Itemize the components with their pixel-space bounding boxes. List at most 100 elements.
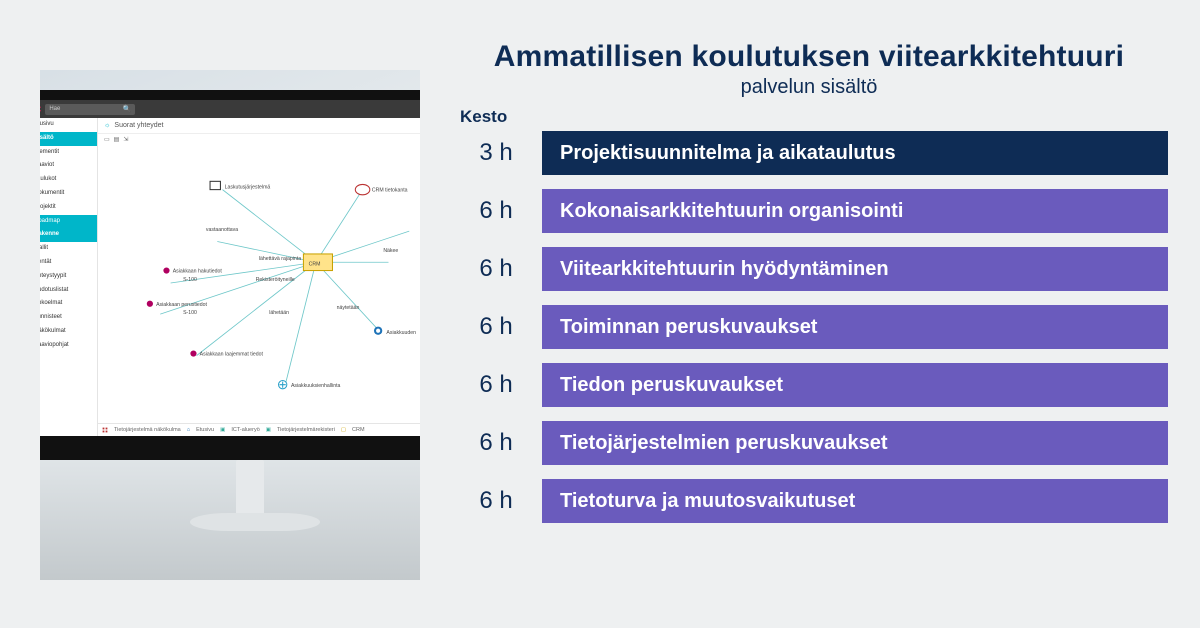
svg-text:Näkee: Näkee <box>383 248 398 254</box>
monitor-stand <box>190 460 310 540</box>
search-icon: 🔍 <box>123 105 132 113</box>
sidebar-item[interactable]: Roadmap <box>40 215 97 229</box>
svg-text:CRM tietokanta: CRM tietokanta <box>372 188 408 194</box>
module-row: 6 hTietoturva ja muutosvaikutuset <box>450 479 1168 523</box>
search-input[interactable]: Hae 🔍 <box>45 104 135 115</box>
module-bar: Viitearkkitehtuurin hyödyntäminen <box>542 247 1168 291</box>
sidebar-item-label: Rakenne <box>40 231 59 239</box>
svg-text:Asiakkuuden: Asiakkuuden <box>386 330 416 336</box>
duration-column-label: Kesto <box>460 107 1168 127</box>
app-sidebar: Etusivu Sisältö Elementit Kaaviot Taulukot Do… <box>40 118 98 436</box>
svg-text:Asiakkaan hakutiedot: Asiakkaan hakutiedot <box>173 269 223 275</box>
tool-icon[interactable]: ▭ <box>104 136 110 143</box>
sidebar-item[interactable]: Näkökulmat <box>40 325 97 339</box>
breadcrumb-item[interactable]: ICT-alueryö <box>231 427 259 433</box>
sidebar-item-label: Pudotuslistat <box>40 287 68 295</box>
svg-text:Laskutusjärjestelmä: Laskutusjärjestelmä <box>225 185 271 191</box>
folder-icon: ▣ <box>220 427 225 433</box>
module-row: 6 hKokonaisarkkitehtuurin organisointi <box>450 189 1168 233</box>
sidebar-item[interactable]: Kaaviopohjat <box>40 339 97 353</box>
sidebar-item[interactable]: Mallit <box>40 242 97 256</box>
svg-text:Rekisteröityneille: Rekisteröityneille <box>256 277 295 283</box>
main-heading: Suorat yhteydet <box>114 122 163 129</box>
svg-text:vastaanottava: vastaanottava <box>206 227 238 233</box>
diagram-canvas[interactable]: CRM Laskutusjärjestelmä CRM tietokanta v… <box>98 144 420 422</box>
module-row: 3 hProjektisuunnitelma ja aikataulutus <box>450 131 1168 175</box>
sidebar-item-label: Elementit <box>40 149 59 157</box>
svg-text:näytetään: näytetään <box>337 305 360 311</box>
svg-text:lähettävä rajapinta: lähettävä rajapinta <box>259 256 301 262</box>
search-placeholder: Hae <box>49 106 60 112</box>
sidebar-item[interactable]: Yhteystyypit <box>40 270 97 284</box>
tool-icon[interactable]: ▤ <box>114 136 120 143</box>
sidebar-item[interactable]: Etusivu <box>40 118 97 132</box>
svg-text:S-100: S-100 <box>183 310 197 316</box>
svg-text:Asiakkuuksienhallinta: Asiakkuuksienhallinta <box>291 383 341 389</box>
module-duration: 6 h <box>450 487 542 515</box>
module-bar: Tietoturva ja muutosvaikutuset <box>542 479 1168 523</box>
app-body: Etusivu Sisältö Elementit Kaaviot Taulukot Do… <box>40 118 420 436</box>
module-bar: Kokonaisarkkitehtuurin organisointi <box>542 189 1168 233</box>
app-topbar: ARC Hae 🔍 <box>40 100 420 118</box>
sidebar-item-label: Roadmap <box>40 218 60 226</box>
module-duration: 6 h <box>450 429 542 457</box>
app-main: ☼ Suorat yhteydet ▭ ▤ ⇲ <box>98 118 420 436</box>
svg-text:S-100: S-100 <box>183 277 197 283</box>
sidebar-item-label: Dokumentit <box>40 190 64 198</box>
module-bar: Projektisuunnitelma ja aikataulutus <box>542 131 1168 175</box>
sidebar-section-header: Sisältö <box>40 132 97 146</box>
module-duration: 6 h <box>450 313 542 341</box>
home-icon: ⌂ <box>187 427 190 433</box>
module-duration: 3 h <box>450 139 542 167</box>
module-duration: 6 h <box>450 371 542 399</box>
breadcrumb-item[interactable]: Tietojärjestelmä näkökulma <box>114 427 181 433</box>
sidebar-item[interactable]: Dokumentit <box>40 187 97 201</box>
module-row: 6 hTiedon peruskuvaukset <box>450 363 1168 407</box>
sidebar-item[interactable]: Projektit <box>40 201 97 215</box>
sidebar-item-label: Kokoelmat <box>40 300 62 308</box>
sidebar-item[interactable]: Kaaviot <box>40 159 97 173</box>
module-bar: Tietojärjestelmien peruskuvaukset <box>542 421 1168 465</box>
sidebar-item-label: Mallit <box>40 245 48 253</box>
sidebar-item-label: Sisältö <box>40 135 54 143</box>
breadcrumb-item[interactable]: Etusivu <box>196 427 214 433</box>
tool-icon[interactable]: ⇲ <box>123 136 128 143</box>
sidebar-item[interactable]: Taulukot <box>40 173 97 187</box>
sun-icon: ☼ <box>104 122 110 129</box>
sidebar-item[interactable]: Tunnisteet <box>40 311 97 325</box>
folder-icon: ▣ <box>266 427 271 433</box>
sidebar-item[interactable]: Elementit <box>40 146 97 160</box>
module-bar: Toiminnan peruskuvaukset <box>542 305 1168 349</box>
app-window: ARC Hae 🔍 Etusivu Sisältö Elementit Kaaviot… <box>40 100 420 436</box>
sidebar-item[interactable]: Kokoelmat <box>40 297 97 311</box>
page-title: Ammatillisen koulutuksen viitearkkitehtu… <box>450 40 1168 74</box>
sidebar-item-label: Näkökulmat <box>40 328 66 336</box>
svg-text:Asiakkaan laajemmat tiedot: Asiakkaan laajemmat tiedot <box>200 352 264 358</box>
sidebar-item-label: Kaaviot <box>40 162 54 170</box>
breadcrumb-item[interactable]: CRM <box>352 427 365 433</box>
svg-text:lähetään: lähetään <box>269 310 289 316</box>
monitor-bezel: ARC Hae 🔍 Etusivu Sisältö Elementit Kaaviot… <box>40 90 420 460</box>
module-row: 6 hViitearkkitehtuurin hyödyntäminen <box>450 247 1168 291</box>
module-row: 6 hToiminnan peruskuvaukset <box>450 305 1168 349</box>
sidebar-section-header: Rakenne <box>40 228 97 242</box>
module-duration: 6 h <box>450 197 542 225</box>
monitor-photo: ARC Hae 🔍 Etusivu Sisältö Elementit Kaaviot… <box>40 70 420 580</box>
sidebar-item-label: Taulukot <box>40 176 56 184</box>
sidebar-item[interactable]: Pudotuslistat <box>40 284 97 298</box>
module-duration: 6 h <box>450 255 542 283</box>
module-row: 6 hTietojärjestelmien peruskuvaukset <box>450 421 1168 465</box>
main-heading-row: ☼ Suorat yhteydet <box>98 118 420 134</box>
node-icon: ▢ <box>341 427 346 433</box>
sidebar-item-label: Kentät <box>40 259 51 267</box>
sidebar-item-label: Kaaviopohjat <box>40 342 69 350</box>
breadcrumb-item[interactable]: Tietojärjestelmärekisteri <box>277 427 335 433</box>
sidebar-item[interactable]: Kentät <box>40 256 97 270</box>
app-brand: ARC <box>40 105 41 114</box>
grid-icon <box>102 427 108 433</box>
sidebar-item-label: Tunnisteet <box>40 314 62 322</box>
sidebar-item-label: Yhteystyypit <box>40 273 66 281</box>
sidebar-item-label: Projektit <box>40 204 56 212</box>
content-panel: Ammatillisen koulutuksen viitearkkitehtu… <box>450 40 1168 592</box>
module-list: 3 hProjektisuunnitelma ja aikataulutus6 … <box>450 131 1168 523</box>
